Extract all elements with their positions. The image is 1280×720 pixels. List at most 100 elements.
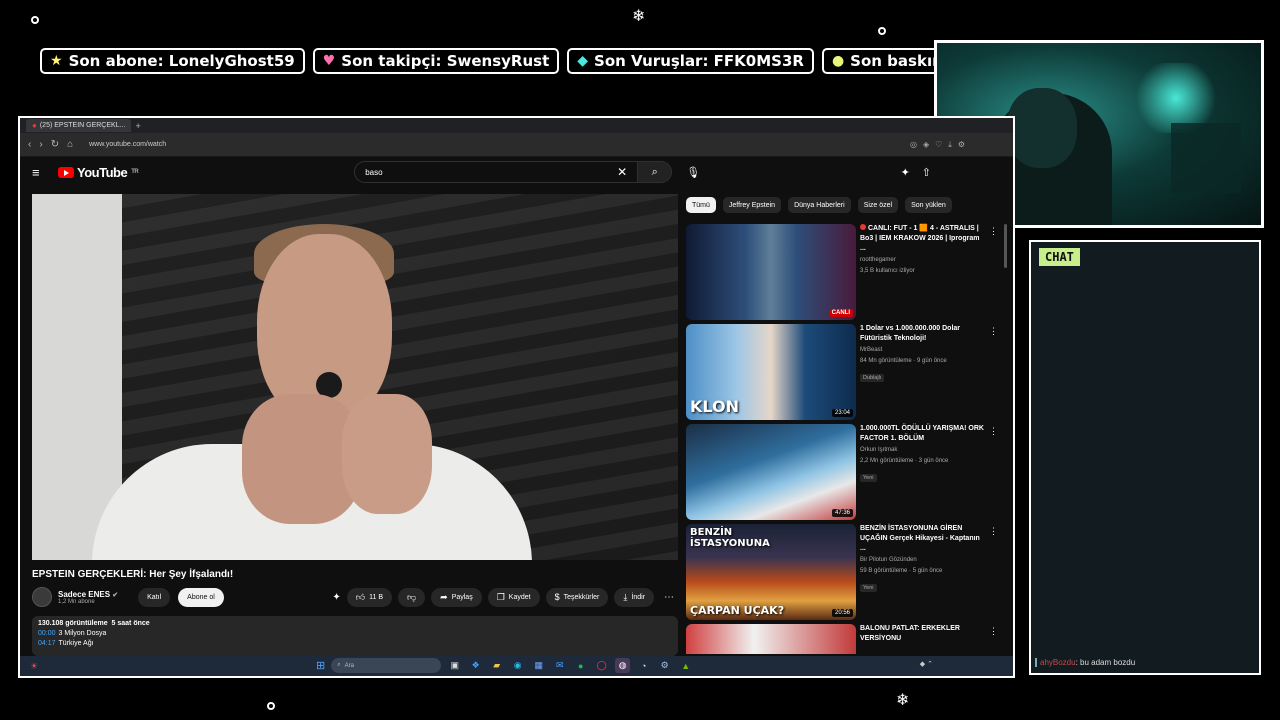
premium-action-icon[interactable]: ✦ — [332, 592, 340, 603]
download-icon[interactable]: ⤓ — [948, 140, 952, 150]
save-button[interactable]: ❐ Kaydet — [487, 587, 540, 607]
url-field[interactable]: www.youtube.com/watch — [89, 141, 902, 148]
reload-icon[interactable]: ↻ — [51, 139, 59, 150]
more-options-icon[interactable]: ⋮ — [989, 626, 998, 637]
windows-start-icon[interactable]: ⊞ — [316, 659, 325, 672]
recommendation-meta: 3,5 B kullanıcı izliyor — [860, 268, 915, 274]
opera-gx-icon[interactable]: ◯ — [594, 658, 609, 673]
thanks-button[interactable]: $ Teşekkürler — [545, 587, 609, 607]
settings-icon[interactable]: ⚙ — [958, 140, 965, 150]
share-button[interactable]: ➦ Paylaş — [431, 587, 482, 607]
chapter-title: 3 Milyon Dosya — [58, 630, 107, 637]
store-icon[interactable]: ▦ — [531, 658, 546, 673]
shield-icon[interactable]: ◈ — [923, 140, 929, 150]
like-button[interactable]: 👍︎ 11 B — [346, 587, 392, 607]
video-player[interactable] — [32, 194, 678, 560]
more-options-icon[interactable]: ⋮ — [989, 226, 998, 237]
dislike-button[interactable]: 👎︎ — [398, 587, 426, 607]
task-view-icon[interactable]: ▣ — [447, 658, 462, 673]
thumbs-down-icon: 👎︎ — [407, 591, 417, 602]
view-count: 130.108 görüntüleme — [38, 620, 108, 627]
chip-all[interactable]: Tümü — [686, 197, 716, 213]
forward-icon[interactable]: › — [39, 139, 42, 150]
nvidia-icon[interactable]: ▲ — [678, 658, 693, 673]
chapter-timestamp[interactable]: 04:17 — [38, 640, 56, 647]
chat-label: CHAT — [1039, 248, 1080, 266]
recommendation-item[interactable]: BENZİN İSTASYONUNA ÇARPAN UÇAK? 20:56 BE… — [686, 524, 1013, 624]
chip-for-you[interactable]: Size özel — [857, 197, 899, 213]
upload-icon[interactable]: ⇧ — [922, 166, 931, 179]
recommendation-channel[interactable]: Orkun Işıtmak — [860, 445, 986, 455]
taskbar-search-input[interactable]: ⌕ Ara — [331, 658, 442, 673]
verified-icon: ✔ — [112, 591, 119, 599]
camera-icon[interactable]: ◎ — [910, 140, 917, 150]
chat-message: ahyBozdu: bu adam bozdu — [1035, 658, 1135, 667]
steam-icon[interactable]: ⚙ — [657, 658, 672, 673]
microphone-icon[interactable]: 🎙︎ — [686, 166, 700, 179]
subscribe-button[interactable]: Abone ol — [178, 587, 224, 607]
video-description[interactable]: 130.108 görüntüleme 5 saat önce 00:00 3 M… — [32, 616, 678, 656]
channel-name[interactable]: Sadece ENES — [58, 590, 110, 599]
new-tab-button[interactable]: + — [135, 121, 140, 131]
recommendation-channel[interactable]: Bir Pilotun Gözünden — [860, 555, 986, 565]
channel-avatar[interactable] — [32, 587, 52, 607]
file-explorer-icon[interactable]: ▰ — [489, 658, 504, 673]
search-button[interactable]: ⌕ — [638, 161, 673, 183]
chip-world-news[interactable]: Dünya Haberleri — [788, 197, 851, 213]
video-thumbnail[interactable]: 47:36 — [686, 424, 856, 520]
home-icon[interactable]: ⌂ — [67, 139, 73, 150]
more-actions-icon[interactable]: ⋯ — [660, 592, 678, 603]
recommendation-badge: Dublajlı — [860, 374, 885, 382]
sidebar-scrollbar[interactable] — [1004, 224, 1007, 268]
browser-tabbar: ● (25) EPSTEIN GERÇEKL... + — [20, 118, 1013, 133]
search-input[interactable]: baso ✕ — [354, 161, 639, 183]
clear-search-icon[interactable]: ✕ — [617, 165, 627, 179]
video-thumbnail[interactable] — [686, 624, 856, 654]
video-thumbnail[interactable]: BENZİN İSTASYONUNA ÇARPAN UÇAK? 20:56 — [686, 524, 856, 620]
spotify-icon[interactable]: ● — [573, 658, 588, 673]
channel-name-row[interactable]: Sadece ENES ✔ — [58, 590, 118, 599]
recommendation-item[interactable]: BALONU PATLAT: ERKEKLER VERSİYONU ⋮ — [686, 624, 1013, 654]
video-thumbnail[interactable]: CANLI — [686, 224, 856, 320]
browser-tab[interactable]: ● (25) EPSTEIN GERÇEKL... — [26, 119, 132, 132]
recommendation-item[interactable]: KLON 23:04 1 Dolar vs 1.000.000.000 Dola… — [686, 324, 1013, 424]
recommendation-channel[interactable]: MrBeast — [860, 345, 986, 355]
thanks-label: Teşekkürler — [563, 593, 600, 601]
opera-icon: ● — [32, 121, 37, 130]
gem-icon: ◆ — [577, 53, 589, 69]
join-button[interactable]: Katıl — [138, 587, 171, 607]
widgets-icon[interactable]: ❖ — [468, 658, 483, 673]
channel-row: Sadece ENES ✔ 1,2 Mn abone Katıl Abone o… — [32, 586, 678, 608]
more-options-icon[interactable]: ⋮ — [989, 326, 998, 337]
weather-widget-icon[interactable]: ☀ — [30, 661, 38, 672]
chrome-icon[interactable]: ◔ — [636, 658, 651, 673]
youtube-logo[interactable]: YouTube TR — [58, 165, 139, 180]
obs-icon[interactable]: ◍ — [615, 658, 631, 673]
browser-extension-icons: ◎ ◈ ♡ ⤓ ⚙ — [910, 140, 1005, 150]
taskbar-search-placeholder: Ara — [344, 662, 354, 669]
browser-address-bar: ‹ › ↻ ⌂ www.youtube.com/watch ◎ ◈ ♡ ⤓ ⚙ — [20, 133, 1013, 157]
chapter-timestamp[interactable]: 00:00 — [38, 630, 56, 637]
recommendation-item[interactable]: CANLI CANLI: FUT - 1 🟧 4 - ASTRALIS | Bo… — [686, 224, 1013, 324]
chat-panel: CHAT ahyBozdu: bu adam bozdu — [1029, 240, 1261, 675]
webcam-shelf — [1171, 123, 1241, 193]
recommendation-channel[interactable]: rootthegamer — [860, 255, 986, 265]
heart-icon[interactable]: ♡ — [935, 140, 942, 150]
hamburger-menu-icon[interactable]: ≡ — [32, 165, 58, 180]
video-thumbnail[interactable]: KLON 23:04 — [686, 324, 856, 420]
mail-icon[interactable]: ✉ — [552, 658, 567, 673]
more-options-icon[interactable]: ⋮ — [989, 426, 998, 437]
premium-icon[interactable]: ✦ — [901, 166, 910, 179]
back-icon[interactable]: ‹ — [28, 139, 31, 150]
chip-recently-uploaded[interactable]: Son yüklen — [905, 197, 952, 213]
chat-badge-icon — [1035, 658, 1037, 667]
edge-icon[interactable]: ◉ — [510, 658, 525, 673]
recommendation-title: BENZİN İSTASYONUNA GİREN UÇAĞIN Gerçek H… — [860, 525, 980, 552]
system-tray-icon[interactable]: ◆ ⌃ — [920, 660, 933, 668]
download-button[interactable]: ⤓ İndir — [614, 587, 654, 607]
header-actions: ✦ ⇧ — [901, 166, 1001, 179]
sparkle-dot — [31, 16, 39, 24]
more-options-icon[interactable]: ⋮ — [989, 526, 998, 537]
recommendation-item[interactable]: 47:36 1.000.000TL ÖDÜLLÜ YARIŞMA! ORK FA… — [686, 424, 1013, 524]
chip-jeffrey-epstein[interactable]: Jeffrey Epstein — [722, 197, 782, 213]
